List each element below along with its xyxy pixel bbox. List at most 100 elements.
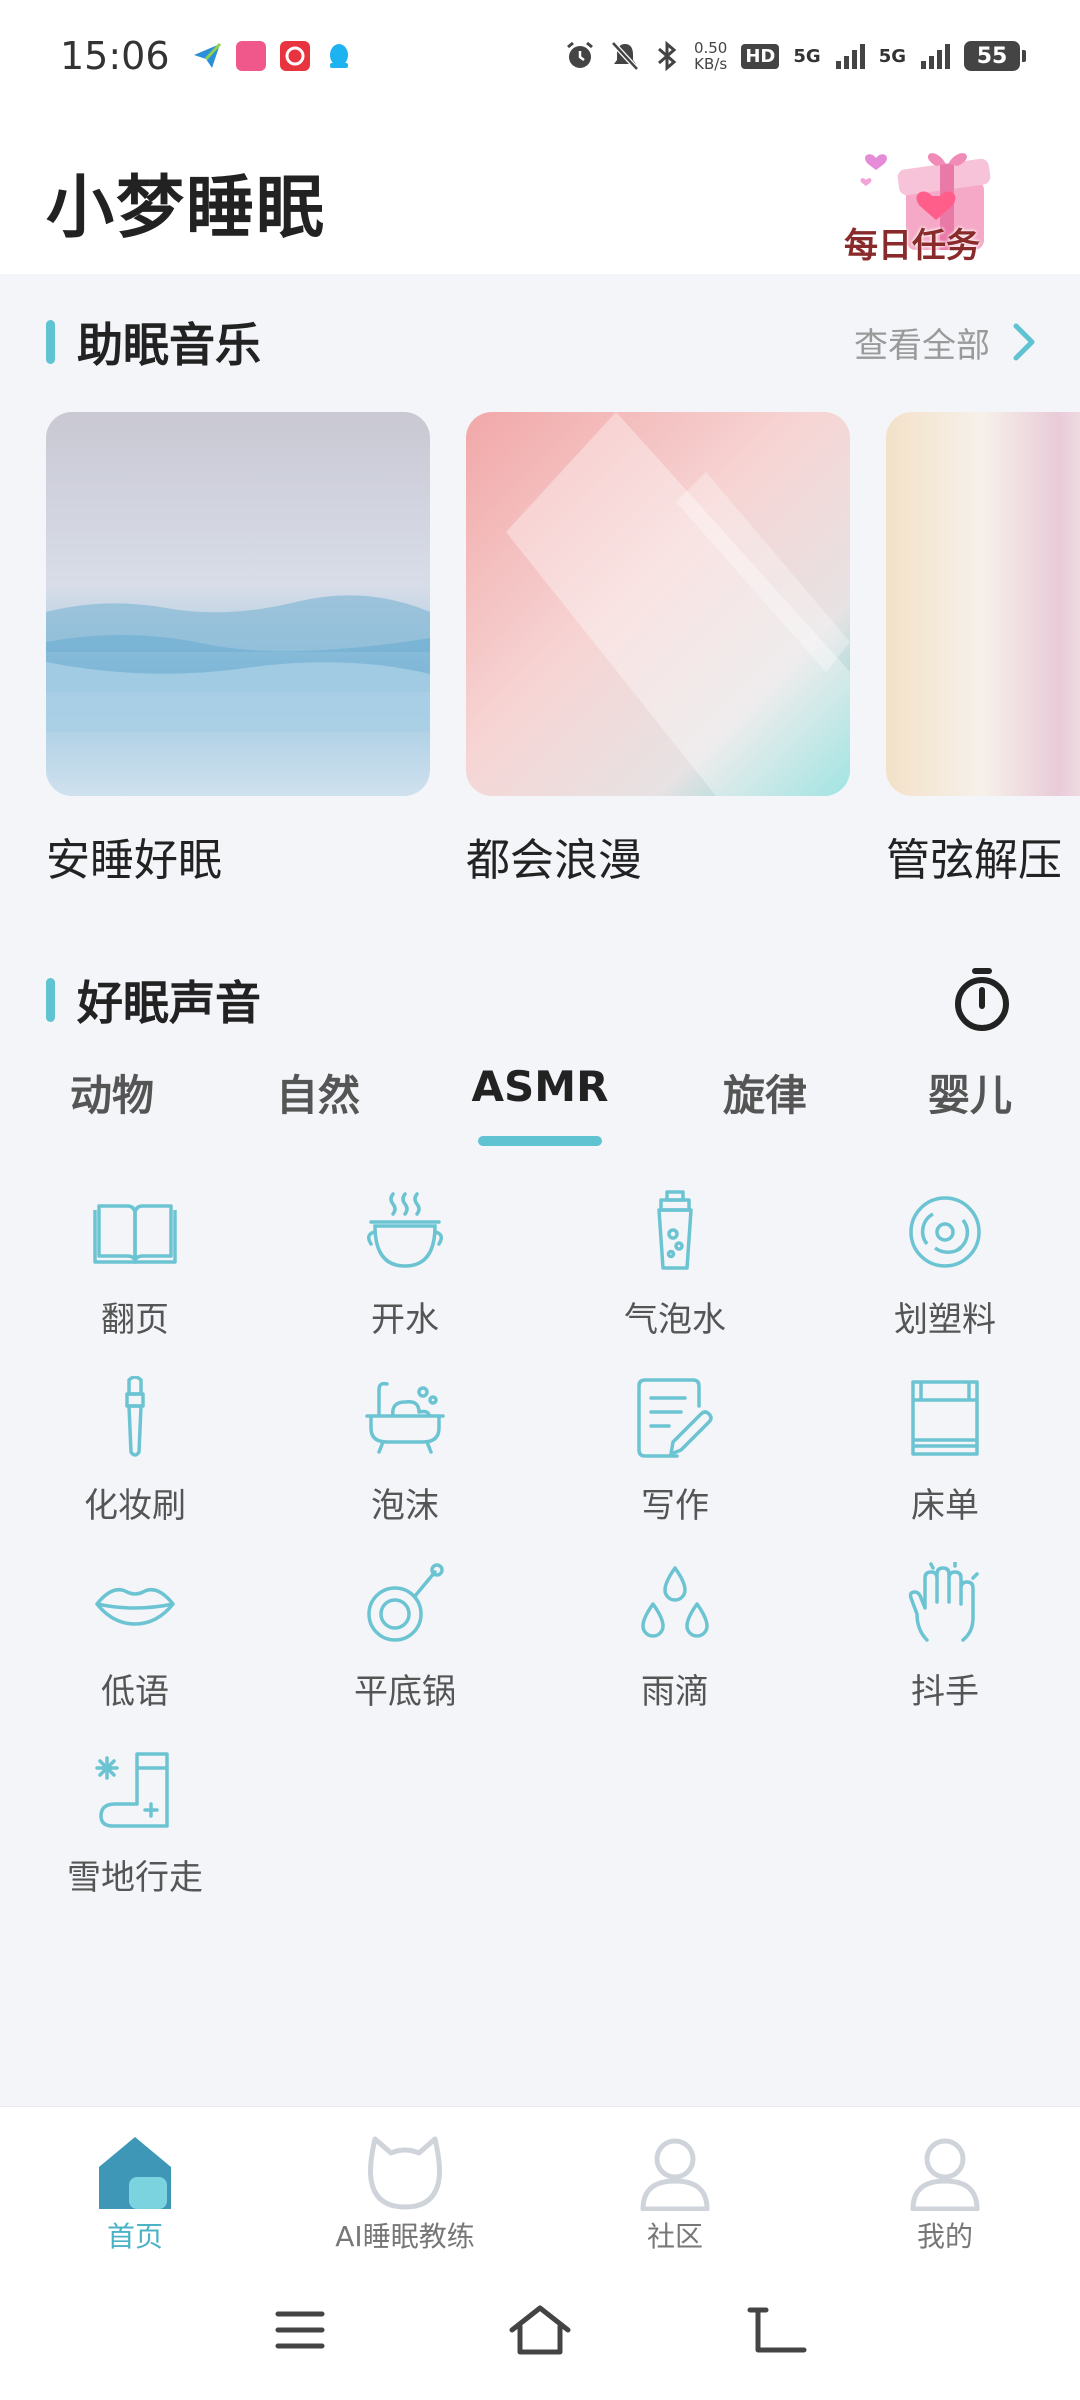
sound-item-frying-pan[interactable]: 平底锅 (270, 1562, 540, 1732)
app-header: 小梦睡眠 每日任务 (0, 112, 1080, 274)
status-time: 15:06 (60, 34, 170, 78)
active-tab-indicator (478, 1136, 602, 1146)
sound-item-shaking-hands[interactable]: 抖手 (810, 1562, 1080, 1732)
signal-bars-icon (835, 44, 865, 69)
music-card[interactable]: 都会浪漫 (466, 412, 850, 888)
raindrops-icon (641, 1566, 709, 1638)
sound-item-snow-walk[interactable]: 雪地行走 (0, 1748, 270, 1918)
nav-community[interactable]: 社区 (540, 2135, 810, 2255)
view-all-button[interactable]: 查看全部 (854, 318, 1036, 367)
sound-item-soda[interactable]: 气泡水 (540, 1190, 810, 1360)
red-app-icon (279, 41, 310, 71)
section-accent-bar (46, 978, 55, 1022)
battery-icon: 55 (964, 41, 1026, 71)
music-card-title: 都会浪漫 (466, 835, 642, 886)
section-accent-bar (46, 320, 55, 364)
sound-category-tabs: 动物 自然 ASMR 旋律 婴儿 (0, 1062, 1080, 1152)
system-navigation-bar (0, 2256, 1080, 2400)
sound-item-label: 雪地行走 (67, 1858, 203, 1898)
hd-icon: HD (741, 43, 780, 69)
sound-item-raindrops[interactable]: 雨滴 (540, 1562, 810, 1732)
music-card-carousel[interactable]: 安睡好眠 都会浪漫 管弦解压 (46, 412, 1080, 892)
sound-item-label: 开水 (371, 1300, 439, 1340)
tab-baby[interactable]: 婴儿 (928, 1062, 1012, 1123)
person-icon (640, 2138, 710, 2211)
qq-app-icon (323, 41, 354, 71)
tab-melody[interactable]: 旋律 (723, 1062, 807, 1123)
menu-icon[interactable] (260, 2300, 340, 2360)
sound-item-label: 抖手 (911, 1672, 979, 1712)
sound-item-writing[interactable]: 写作 (540, 1376, 810, 1546)
cat-coach-icon (368, 2136, 442, 2210)
profile-icon (910, 2138, 980, 2211)
nav-ai-coach[interactable]: AI睡眠教练 (270, 2135, 540, 2255)
bilibili-app-icon (235, 41, 266, 71)
writing-icon (637, 1378, 713, 1458)
back-icon[interactable] (740, 2300, 820, 2360)
timer-icon[interactable] (952, 966, 1012, 1034)
alarm-icon (567, 41, 593, 68)
home-button-icon[interactable] (500, 2300, 580, 2360)
music-card[interactable]: 管弦解压 (886, 412, 1080, 888)
nav-home[interactable]: 首页 (0, 2135, 270, 2255)
sound-item-label: 写作 (641, 1486, 709, 1526)
mute-icon (611, 41, 639, 71)
network-speed: 0.50 KB/s (693, 39, 728, 73)
sound-item-label: 化妆刷 (84, 1486, 186, 1526)
signal-icon: 5G (793, 45, 821, 67)
sound-item-label: 划塑料 (894, 1300, 996, 1340)
music-card-title: 管弦解压 (886, 835, 1062, 886)
daily-task-button[interactable]: 每日任务 (836, 140, 1016, 266)
sound-item-bedsheet[interactable]: 床单 (810, 1376, 1080, 1546)
bluetooth-icon (657, 40, 677, 72)
signal-bars-icon-2 (921, 44, 950, 69)
music-card-cover (886, 412, 1080, 796)
status-indicators: 0.50 KB/s HD 5G 5G 55 (564, 39, 1026, 73)
sound-item-plastic[interactable]: 划塑料 (810, 1190, 1080, 1360)
tab-animals[interactable]: 动物 (70, 1062, 154, 1123)
makeup-brush-icon (125, 1376, 145, 1457)
sound-item-foam[interactable]: 泡沫 (270, 1376, 540, 1546)
sound-item-page-turn[interactable]: 翻页 (0, 1190, 270, 1360)
nav-label: AI睡眠教练 (335, 2220, 475, 2253)
bedsheet-icon (911, 1380, 979, 1456)
nav-label: 我的 (916, 2220, 973, 2253)
view-all-label: 查看全部 (854, 325, 990, 366)
sound-section-header: 好眠声音 (46, 968, 1036, 1031)
bathtub-foam-icon (365, 1381, 445, 1454)
signal-icon-2: 5G (878, 45, 906, 67)
status-bar: 15:06 0.50 KB/s HD 5G 5G 55 (0, 0, 1080, 112)
chevron-right-icon (1013, 323, 1035, 361)
sound-item-label: 气泡水 (624, 1300, 726, 1340)
lips-icon (95, 1588, 175, 1626)
tab-asmr[interactable]: ASMR (472, 1062, 609, 1111)
frying-pan-icon (367, 1563, 444, 1642)
music-card[interactable]: 安睡好眠 (46, 412, 430, 888)
shaking-hand-icon (908, 1562, 979, 1642)
boiling-pot-icon (367, 1192, 443, 1268)
book-icon (93, 1204, 177, 1264)
nav-label: 首页 (106, 2220, 163, 2253)
sound-section-title: 好眠声音 (77, 976, 261, 1030)
sound-item-whisper[interactable]: 低语 (0, 1562, 270, 1732)
daily-task-label: 每日任务 (844, 226, 980, 266)
tab-nature[interactable]: 自然 (276, 1062, 360, 1123)
music-card-cover (46, 412, 430, 796)
sound-item-label: 翻页 (101, 1300, 169, 1340)
bottom-navigation: 首页 AI睡眠教练 社区 我的 (0, 2106, 1080, 2256)
sound-item-label: 平底锅 (354, 1672, 456, 1712)
sound-item-label: 床单 (911, 1486, 979, 1526)
paper-plane-app-icon (191, 41, 222, 71)
soda-icon (657, 1190, 693, 1270)
music-card-title: 安睡好眠 (46, 835, 222, 886)
nav-profile[interactable]: 我的 (810, 2135, 1080, 2255)
nav-label: 社区 (646, 2220, 703, 2253)
music-section-title: 助眠音乐 (77, 318, 261, 372)
music-section-header: 助眠音乐 查看全部 (46, 312, 1036, 372)
sound-item-label: 低语 (101, 1672, 169, 1712)
vinyl-icon (909, 1196, 981, 1268)
sound-item-boiling-water[interactable]: 开水 (270, 1190, 540, 1360)
music-card-cover (466, 412, 850, 796)
page-title: 小梦睡眠 (46, 169, 327, 248)
sound-item-makeup-brush[interactable]: 化妆刷 (0, 1376, 270, 1546)
